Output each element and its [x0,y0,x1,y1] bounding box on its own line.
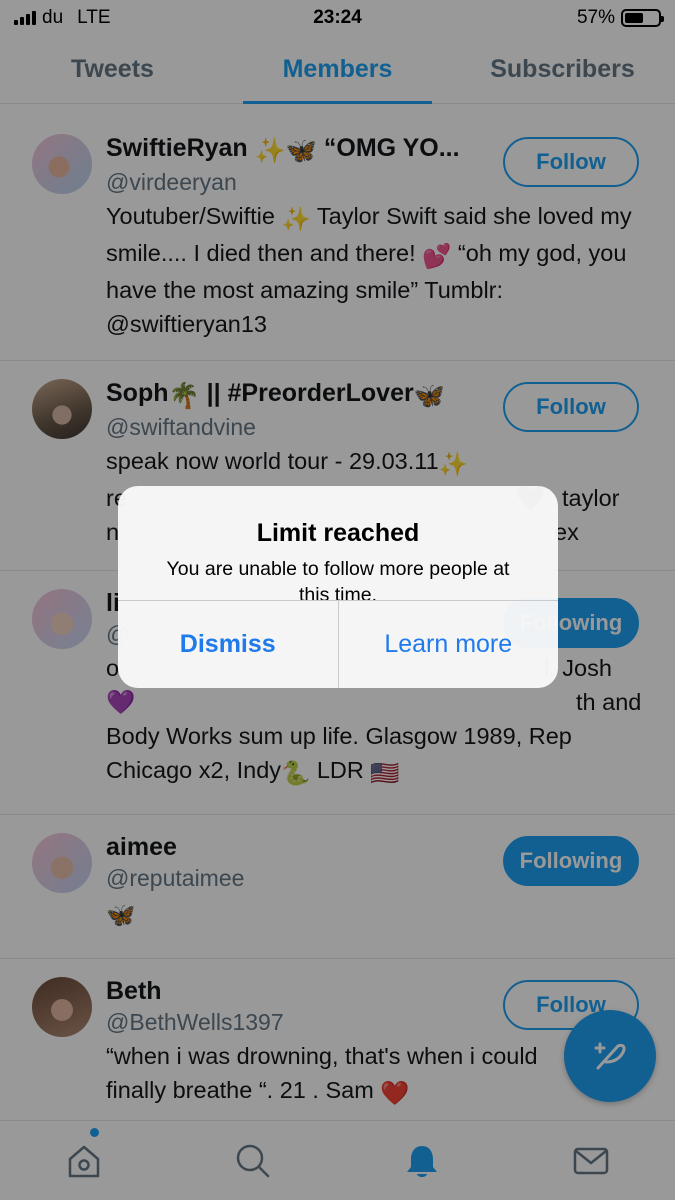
alert-actions: Dismiss Learn more [118,600,558,688]
limit-alert-dialog: Limit reached You are unable to follow m… [118,486,558,688]
dismiss-button[interactable]: Dismiss [118,601,338,688]
alert-title: Limit reached [256,519,420,547]
learn-more-button[interactable]: Learn more [339,601,559,688]
